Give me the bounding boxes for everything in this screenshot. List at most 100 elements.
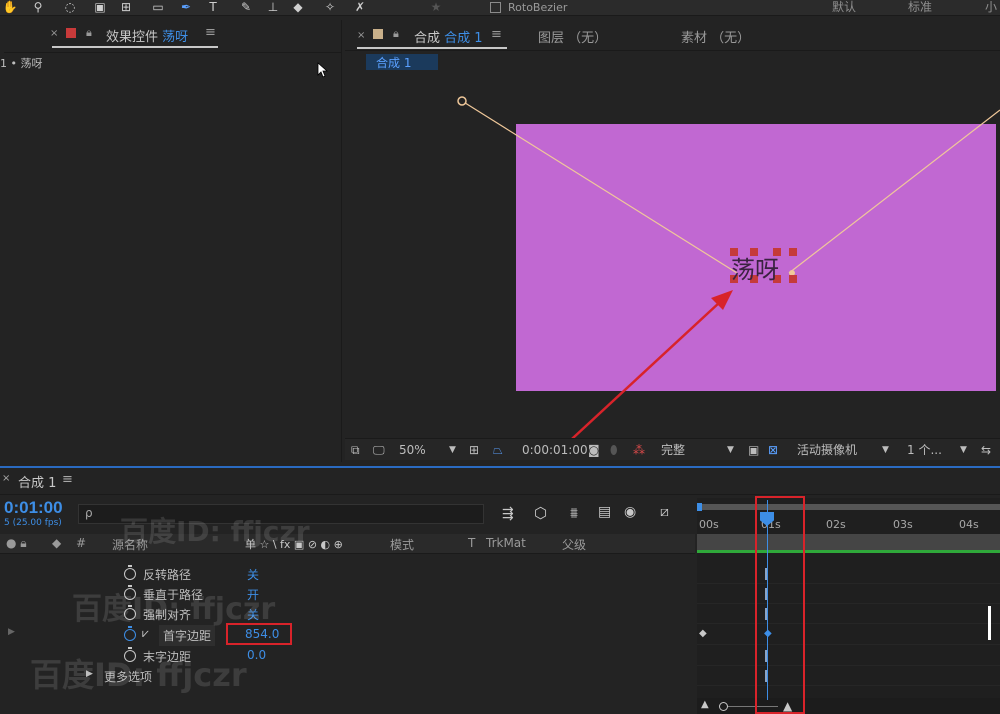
pen-tool-icon[interactable]: ✒ (178, 0, 194, 15)
roto-brush-icon[interactable]: ✧ (322, 0, 338, 15)
selection-handle[interactable] (789, 275, 797, 283)
camera-icon[interactable]: ◙ (588, 441, 600, 459)
grid-icon[interactable]: ⊞ (469, 441, 479, 459)
eraser-icon[interactable]: ◆ (290, 0, 306, 15)
search-icon: ρ (85, 506, 93, 520)
track-row (697, 604, 1000, 624)
timeline-tab[interactable]: 合成 1 (18, 472, 56, 491)
work-area-start[interactable] (697, 503, 702, 511)
rectangle-tool-icon[interactable]: ▭ (150, 0, 166, 15)
roi-icon[interactable]: ▣ (748, 441, 759, 459)
timeline-track-area[interactable]: 00s 01s 02s 03s 04s ◆ ◆ ▲ ▲ (697, 498, 1000, 714)
zoom-icon[interactable]: ⚲ (30, 0, 46, 15)
clone-stamp-icon[interactable]: ⊥ (265, 0, 281, 15)
mask-visibility-icon[interactable]: ⏢ (493, 441, 503, 459)
star-icon: ★ (430, 0, 442, 14)
hand-icon[interactable]: ✋ (2, 0, 18, 15)
motion-blur-icon[interactable]: ◉ (624, 504, 636, 520)
views-select[interactable]: 1 个... (907, 441, 942, 459)
zoom-select[interactable]: 50% (399, 441, 426, 459)
ruler-tick: 00s (699, 518, 719, 531)
comp-viewer[interactable]: 荡呀 (345, 70, 1000, 457)
panel-menu-icon[interactable]: ≡ (62, 472, 73, 487)
close-icon[interactable]: × (50, 28, 58, 39)
effects-tab-layer: 荡呀 (162, 30, 189, 45)
brush-tool-icon[interactable]: ✎ (238, 0, 254, 15)
scroll-marker (988, 606, 991, 640)
snapshot-icon[interactable]: ⧉ (351, 441, 360, 459)
rotate-icon[interactable]: ◌ (62, 0, 78, 15)
comp-tab[interactable]: 合成 合成 1 (414, 27, 483, 46)
footage-tab[interactable]: 素材 （无） (681, 27, 750, 46)
puppet-pin-icon[interactable]: ✗ (352, 0, 368, 15)
chevron-down-icon[interactable]: ▼ (727, 441, 734, 459)
layer-text[interactable]: 荡呀 (731, 250, 779, 285)
property-value[interactable]: 0.0 (247, 648, 266, 662)
lock-icon[interactable]: 🔒︎ (86, 26, 92, 40)
zoom-out-icon[interactable]: ▲ (701, 699, 709, 710)
comp-mini-flowchart-icon[interactable]: ⇶ (502, 506, 514, 522)
cursor-icon (317, 62, 329, 78)
panel-menu-icon[interactable]: ≡ (491, 27, 502, 42)
stopwatch-icon[interactable] (124, 565, 136, 580)
lock-icon[interactable]: 🔒︎ (393, 27, 399, 41)
watermark: 百度ID: ffjczr (30, 656, 247, 694)
workspace-small[interactable]: 小 (985, 0, 997, 15)
layout-icon[interactable]: ⇆ (981, 441, 991, 459)
graph-icon[interactable]: ⩗ (142, 626, 149, 641)
stopwatch-icon[interactable] (124, 626, 136, 641)
fps-label: 5 (25.00 fps) (4, 518, 62, 528)
close-icon[interactable]: × (2, 473, 10, 484)
hide-shy-icon[interactable]: ⩩ (570, 504, 578, 522)
chevron-down-icon[interactable]: ▼ (449, 441, 456, 459)
column-trkmat: TrkMat (486, 536, 526, 550)
layer-path: 1 • 荡呀 (0, 57, 43, 70)
show-snapshot-icon[interactable]: ⬮ (610, 441, 618, 459)
work-area-bar[interactable] (697, 504, 1000, 510)
property-row: 反转路径 关 (0, 564, 695, 584)
layer-tab[interactable]: 图层 （无） (538, 27, 607, 46)
track-row (697, 564, 1000, 584)
property-name: 反转路径 (143, 568, 192, 582)
effects-tab[interactable]: 效果控件 荡呀 (106, 26, 188, 45)
keyframe-nav-icon[interactable]: ▶ (8, 627, 15, 637)
chevron-down-icon[interactable]: ▼ (960, 441, 967, 459)
camera-select[interactable]: 活动摄像机 (797, 441, 857, 459)
rotobezier-checkbox[interactable] (490, 2, 501, 13)
monitor-icon[interactable]: 🖵︎ (373, 441, 385, 459)
keyframe-icon[interactable]: ◆ (699, 628, 707, 639)
watermark: 百度ID: ffjczr (120, 515, 310, 548)
channel-icon[interactable]: ⁂ (633, 441, 645, 459)
draft-3d-icon[interactable]: ⬡ (534, 504, 547, 522)
toolbar: ✋ ⚲ ◌ ▣ ⊞ ▭ ✒ T ✎ ⊥ ◆ ✧ ✗ ★ RotoBezier 默… (0, 0, 1000, 16)
frame-blending-icon[interactable]: ▤ (598, 504, 611, 520)
current-timecode[interactable]: 0:01:00 (4, 498, 63, 518)
zoom-bar[interactable]: ▲ ▲ (697, 698, 1000, 714)
comp-color-swatch (373, 29, 383, 39)
workspace-standard[interactable]: 标准 (908, 0, 932, 15)
type-tool-icon[interactable]: T (205, 0, 221, 15)
property-row: ▶ ⩗ 首字边距 854.0 (0, 625, 695, 646)
camera-tool-icon[interactable]: ▣ (92, 0, 108, 15)
watermark: 百度ID: ffjczr (72, 592, 276, 627)
panel-menu-icon[interactable]: ≡ (205, 25, 216, 40)
layer-bar[interactable] (697, 534, 1000, 550)
av-switches-icon: ● 🔒︎ (6, 536, 27, 550)
chevron-down-icon[interactable]: ▼ (882, 441, 889, 459)
viewer-toolbar: ⧉ 🖵︎ 50% ▼ ⊞ ⏢ 0:00:01:00 ◙ ⬮ ⁂ 完整 ▼ ▣ ⊠… (345, 438, 1000, 460)
property-value[interactable]: 关 (247, 566, 259, 583)
column-num: # (76, 536, 87, 550)
ruler-tick: 02s (826, 518, 846, 531)
workspace-default[interactable]: 默认 (832, 0, 856, 15)
keyframe-highlight-box (755, 496, 805, 714)
viewer-timecode[interactable]: 0:00:01:00 (522, 441, 588, 459)
transparency-grid-icon[interactable]: ⊠ (768, 441, 778, 459)
layer-duration-bar (697, 550, 1000, 553)
zoom-slider-handle[interactable] (719, 702, 728, 711)
close-icon[interactable]: × (357, 30, 365, 41)
graph-editor-icon[interactable]: ⧄ (660, 504, 669, 520)
selection-handle[interactable] (789, 248, 797, 256)
resolution-select[interactable]: 完整 (661, 441, 685, 459)
pan-behind-icon[interactable]: ⊞ (118, 0, 134, 15)
label-icon: ◆ (52, 536, 62, 550)
